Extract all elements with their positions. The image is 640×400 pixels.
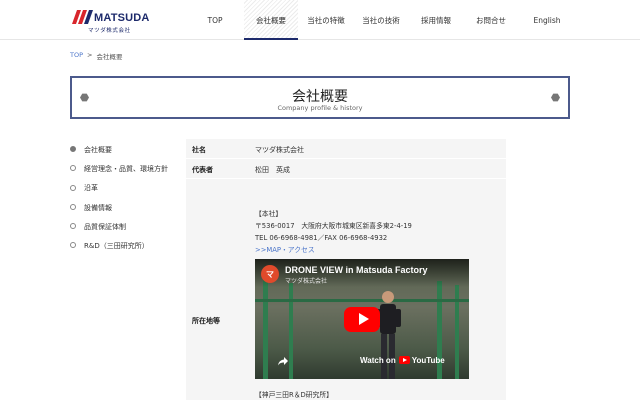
factory-beam	[263, 279, 268, 379]
play-icon	[359, 313, 369, 325]
sidebar-item-history[interactable]: 沿革	[70, 179, 180, 198]
sidebar-item-label: 品質保証体制	[84, 222, 126, 231]
global-nav: TOP 会社概要 当社の特徴 当社の技術 採用情報 お問合せ English	[186, 0, 576, 40]
page-title: 会社概要	[292, 89, 348, 105]
nav-contact[interactable]: お問合せ	[464, 0, 518, 40]
row-header: 代表者	[192, 166, 213, 174]
logo-subtitle: マツダ株式会社	[88, 28, 131, 34]
sidebar-item-rnd[interactable]: R&D（三田研究所）	[70, 236, 180, 255]
sidebar-item-label: 経営理念・品質、環境方針	[84, 164, 168, 173]
row-header: 社名	[192, 146, 206, 154]
sidebar-item-equipment[interactable]: 設備情報	[70, 198, 180, 217]
bullet-circle-icon	[70, 223, 76, 230]
video-title[interactable]: DRONE VIEW in Matsuda Factory	[285, 265, 428, 275]
page-title-box: 会社概要 Company profile & history	[70, 76, 570, 119]
bullet-dot-icon	[70, 146, 76, 152]
row-value: 松田 英成	[255, 166, 290, 174]
map-access-link[interactable]: >>MAP・アクセス	[255, 244, 315, 254]
row-header: 所在地等	[192, 317, 220, 325]
watch-on-label: Watch on	[360, 355, 396, 365]
nav-label: 当社の技術	[362, 15, 400, 25]
table-row-representative: 代表者 松田 英成	[186, 159, 506, 179]
youtube-logo: YouTube	[398, 355, 445, 365]
sidebar-item-label: R&D（三田研究所）	[84, 242, 149, 251]
share-icon[interactable]	[277, 355, 289, 367]
nav-label: TOP	[207, 15, 223, 25]
sidebar-item-label: 沿革	[84, 184, 98, 193]
sidebar-item-label: 設備情報	[84, 203, 112, 212]
watch-on-youtube-button[interactable]: Watch on YouTube	[360, 352, 445, 368]
youtube-embed[interactable]: マ DRONE VIEW in Matsuda Factory マツダ株式会社 …	[255, 259, 469, 379]
channel-avatar[interactable]: マ	[261, 265, 279, 283]
nav-label: English	[533, 15, 561, 25]
sidebar-item-company-profile[interactable]: 会社概要	[70, 140, 180, 159]
nav-label: 会社概要	[256, 15, 286, 25]
nav-label: お問合せ	[476, 15, 506, 25]
logo-wordmark: MATSUDA	[94, 12, 150, 24]
breadcrumb: TOP > 会社概要	[70, 51, 122, 61]
breadcrumb-separator: >	[87, 51, 93, 59]
breadcrumb-current: 会社概要	[96, 53, 123, 61]
company-profile-table: 社名 マツダ株式会社 代表者 松田 英成 所在地等 【本社】 〒536-0017…	[186, 139, 506, 400]
sidebar-item-label: 会社概要	[84, 145, 112, 154]
youtube-play-icon	[398, 356, 410, 364]
bullet-circle-icon	[70, 203, 76, 210]
table-row-address: 所在地等 【本社】 〒536-0017 大阪府大阪市城東区新喜多東2-4-19 …	[186, 179, 506, 400]
nav-top[interactable]: TOP	[186, 0, 244, 40]
row-value: マツダ株式会社	[255, 146, 304, 154]
hq-tel-fax: TEL 06-6968-4981／FAX 06-6968-4932	[255, 234, 388, 242]
sidebar-item-philosophy[interactable]: 経営理念・品質、環境方針	[70, 159, 180, 178]
logo-mark-icon	[72, 10, 93, 24]
hq-address: 〒536-0017 大阪府大阪市城東区新喜多東2-4-19	[255, 222, 412, 230]
factory-beam	[289, 283, 293, 379]
bullet-circle-icon	[70, 242, 76, 249]
nav-technology[interactable]: 当社の技術	[354, 0, 408, 40]
hexagon-icon	[551, 93, 560, 102]
sidebar-menu: 会社概要 経営理念・品質、環境方針 沿革 設備情報 品質保証体制 R&D（三田研…	[70, 140, 180, 256]
matsuda-logo[interactable]: MATSUDA マツダ株式会社	[70, 10, 154, 36]
nav-features[interactable]: 当社の特徴	[298, 0, 354, 40]
bullet-circle-icon	[70, 165, 76, 172]
hq-heading: 【本社】	[255, 210, 283, 218]
nav-label: 採用情報	[421, 15, 451, 25]
breadcrumb-home-link[interactable]: TOP	[70, 51, 83, 61]
youtube-wordmark: YouTube	[411, 355, 445, 365]
nav-recruit[interactable]: 採用情報	[408, 0, 464, 40]
sidebar-item-quality[interactable]: 品質保証体制	[70, 217, 180, 236]
lab-heading: 【神戸三田R＆D研究所】	[255, 391, 333, 399]
nav-english[interactable]: English	[518, 0, 576, 40]
site-header: MATSUDA マツダ株式会社 TOP 会社概要 当社の特徴 当社の技術 採用情…	[0, 0, 640, 40]
factory-rail	[255, 299, 469, 302]
table-row-company-name: 社名 マツダ株式会社	[186, 139, 506, 159]
nav-label: 当社の特徴	[307, 15, 345, 25]
page-subtitle: Company profile & history	[277, 104, 363, 112]
video-channel[interactable]: マツダ株式会社	[285, 276, 327, 285]
nav-company-profile[interactable]: 会社概要	[244, 0, 298, 40]
bullet-circle-icon	[70, 184, 76, 191]
